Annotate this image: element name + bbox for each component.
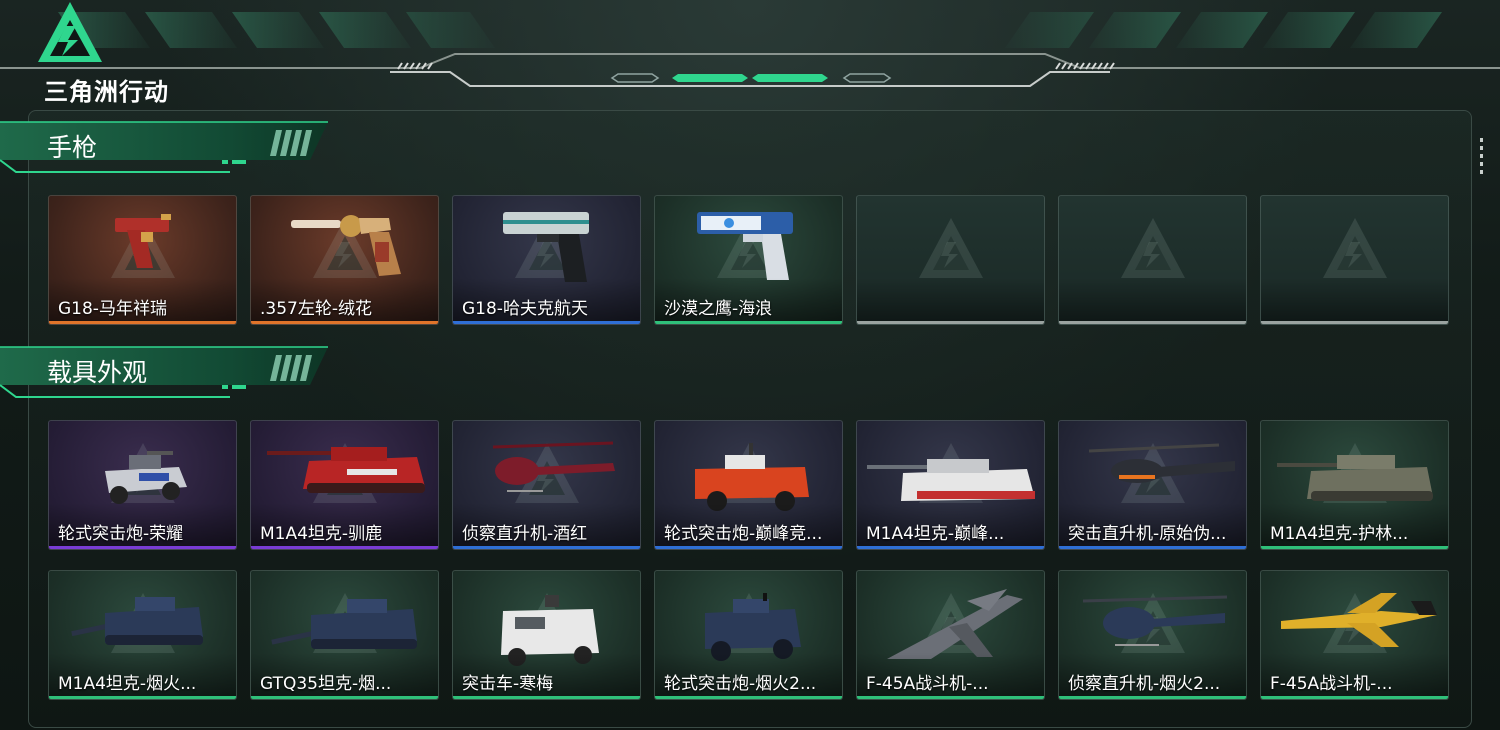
rarity-stripe xyxy=(655,696,842,699)
rarity-stripe xyxy=(1261,696,1448,699)
rarity-stripe xyxy=(49,696,236,699)
item-card[interactable]: M1A4坦克-驯鹿 xyxy=(250,420,439,550)
item-name: M1A4坦克-驯鹿 xyxy=(260,524,383,544)
item-name: 沙漠之鹰-海浪 xyxy=(664,299,773,319)
item-name: 侦察直升机-酒红 xyxy=(462,524,588,544)
item-card[interactable]: F-45A战斗机-... xyxy=(1260,570,1449,700)
item-name: G18-马年祥瑞 xyxy=(58,299,167,319)
item-name: M1A4坦克-烟火... xyxy=(58,674,197,694)
item-name: 突击直升机-原始伪... xyxy=(1068,524,1227,544)
rarity-stripe xyxy=(453,546,640,549)
card-shade xyxy=(1059,278,1246,324)
item-card[interactable]: 突击车-寒梅 xyxy=(452,570,641,700)
card-shade xyxy=(1261,278,1448,324)
item-name: 突击车-寒梅 xyxy=(462,674,554,694)
section-title: 手枪 xyxy=(47,133,98,162)
rarity-stripe xyxy=(251,696,438,699)
rarity-stripe xyxy=(453,696,640,699)
rarity-stripe xyxy=(453,321,640,324)
item-card[interactable]: F-45A战斗机-... xyxy=(856,570,1045,700)
rarity-stripe xyxy=(49,321,236,324)
item-name: 轮式突击炮-巅峰竞... xyxy=(664,524,823,544)
section-header-pistols: 手枪 xyxy=(0,120,340,174)
rarity-stripe xyxy=(1059,546,1246,549)
item-name: M1A4坦克-巅峰... xyxy=(866,524,1005,544)
section-header-vehicles: 载具外观 xyxy=(0,345,340,399)
item-name: F-45A战斗机-... xyxy=(866,674,989,694)
item-name: G18-哈夫克航天 xyxy=(462,299,588,319)
rarity-stripe xyxy=(1059,321,1246,324)
item-card[interactable]: M1A4坦克-烟火... xyxy=(48,570,237,700)
item-card[interactable]: G18-哈夫克航天 xyxy=(452,195,641,325)
item-card[interactable]: G18-马年祥瑞 xyxy=(48,195,237,325)
rarity-stripe xyxy=(857,321,1044,324)
item-card[interactable]: 沙漠之鹰-海浪 xyxy=(654,195,843,325)
rarity-stripe xyxy=(251,321,438,324)
rarity-stripe xyxy=(251,546,438,549)
rarity-stripe xyxy=(857,696,1044,699)
rarity-stripe xyxy=(655,321,842,324)
item-card[interactable]: .357左轮-绒花 xyxy=(250,195,439,325)
item-name: 轮式突击炮-荣耀 xyxy=(58,524,184,544)
rarity-stripe xyxy=(655,546,842,549)
item-card[interactable]: 侦察直升机-酒红 xyxy=(452,420,641,550)
card-shade xyxy=(857,278,1044,324)
scrollbar-indicator[interactable] xyxy=(1480,138,1484,180)
rarity-stripe xyxy=(1059,696,1246,699)
empty-item-slot[interactable] xyxy=(856,195,1045,325)
section-title: 载具外观 xyxy=(47,358,148,387)
item-card[interactable]: 突击直升机-原始伪... xyxy=(1058,420,1247,550)
logo-text: 三角洲行动 xyxy=(44,78,169,106)
rarity-stripe xyxy=(857,546,1044,549)
top-header: 三角洲行动 xyxy=(0,0,1500,106)
rarity-stripe xyxy=(1261,546,1448,549)
rarity-stripe xyxy=(1261,321,1448,324)
item-card[interactable]: M1A4坦克-巅峰... xyxy=(856,420,1045,550)
empty-item-slot[interactable] xyxy=(1058,195,1247,325)
item-name: GTQ35坦克-烟... xyxy=(260,674,392,694)
item-card[interactable]: 轮式突击炮-巅峰竞... xyxy=(654,420,843,550)
item-name: 侦察直升机-烟火2... xyxy=(1068,674,1221,694)
item-name: 轮式突击炮-烟火2... xyxy=(664,674,817,694)
item-name: M1A4坦克-护林... xyxy=(1270,524,1409,544)
item-card[interactable]: 侦察直升机-烟火2... xyxy=(1058,570,1247,700)
header-decoration xyxy=(0,12,1500,87)
rarity-stripe xyxy=(49,546,236,549)
empty-item-slot[interactable] xyxy=(1260,195,1449,325)
item-card[interactable]: M1A4坦克-护林... xyxy=(1260,420,1449,550)
item-name: .357左轮-绒花 xyxy=(260,299,372,319)
item-card[interactable]: 轮式突击炮-荣耀 xyxy=(48,420,237,550)
item-name: F-45A战斗机-... xyxy=(1270,674,1393,694)
item-card[interactable]: GTQ35坦克-烟... xyxy=(250,570,439,700)
item-card[interactable]: 轮式突击炮-烟火2... xyxy=(654,570,843,700)
